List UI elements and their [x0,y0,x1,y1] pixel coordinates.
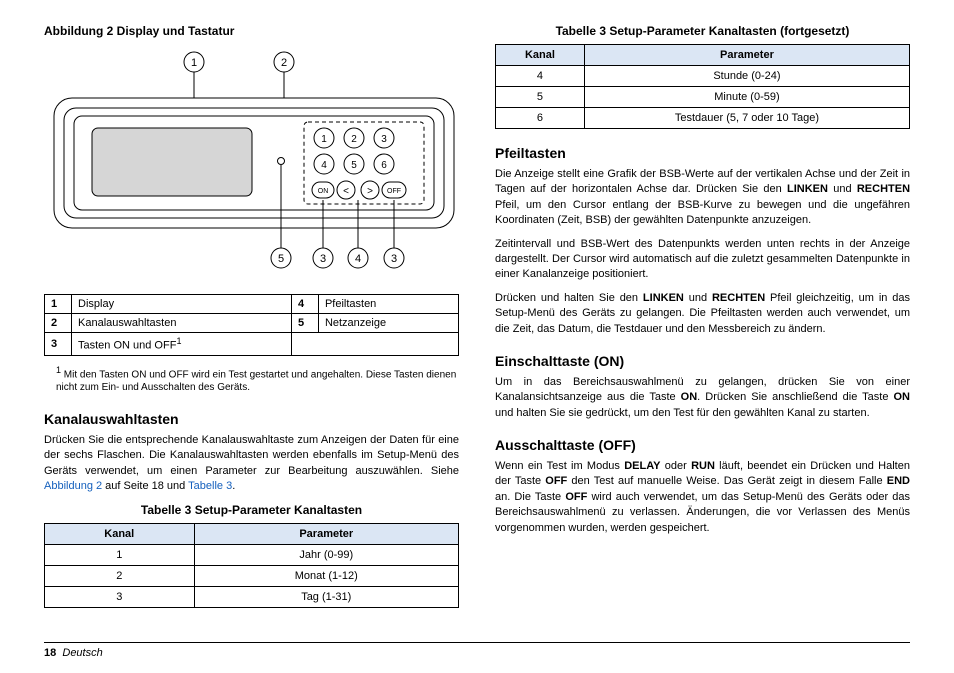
svg-text:OFF: OFF [387,188,401,195]
svg-text:5: 5 [278,253,284,265]
svg-text:1: 1 [321,134,327,145]
footnote: 1 Mit den Tasten ON und OFF wird ein Tes… [56,364,457,395]
right-column: Tabelle 3 Setup-Parameter Kanaltasten (f… [495,24,910,642]
table3: KanalParameter 1Jahr (0-99) 2Monat (1-12… [44,523,459,608]
heading-kanalauswahltasten: Kanalauswahltasten [44,411,459,427]
svg-text:4: 4 [321,160,327,171]
para-pfeil-2: Zeitintervall und BSB-Wert des Datenpunk… [495,237,910,283]
svg-text:3: 3 [381,134,387,145]
para-pfeil-3: Drücken und halten Sie den LINKEN und RE… [495,291,910,337]
legend-table: 1 Display 4 Pfeiltasten 2 Kanalauswahlta… [44,294,459,356]
heading-off: Ausschalttaste (OFF) [495,437,910,453]
device-drawing: 1 2 1 [44,48,464,294]
table3b-caption: Tabelle 3 Setup-Parameter Kanaltasten (f… [495,24,910,38]
page-language: Deutsch [62,647,102,659]
para-pfeil-1: Die Anzeige stellt eine Grafik der BSB-W… [495,167,910,229]
figure-caption: Abbildung 2 Display und Tastatur [44,24,459,38]
link-tabelle-3[interactable]: Tabelle 3 [188,480,232,492]
page: Abbildung 2 Display und Tastatur 1 2 [0,0,954,673]
heading-on: Einschalttaste (ON) [495,353,910,369]
svg-text:5: 5 [351,160,357,171]
svg-text:<: < [343,186,349,197]
svg-text:1: 1 [191,57,197,69]
columns: Abbildung 2 Display und Tastatur 1 2 [44,24,910,642]
para-on: Um in das Bereichsauswahlmenü zu gelange… [495,375,910,421]
svg-text:2: 2 [351,134,357,145]
table3b: KanalParameter 4Stunde (0-24) 5Minute (0… [495,44,910,129]
para-off: Wenn ein Test im Modus DELAY oder RUN lä… [495,459,910,536]
left-column: Abbildung 2 Display und Tastatur 1 2 [44,24,459,642]
heading-pfeiltasten: Pfeiltasten [495,145,910,161]
page-footer: 18 Deutsch [44,642,910,659]
figure-2: 1 2 1 [44,48,459,294]
link-abbildung-2[interactable]: Abbildung 2 [44,480,102,492]
svg-text:2: 2 [281,57,287,69]
svg-text:>: > [367,186,373,197]
svg-text:3: 3 [320,253,326,265]
svg-text:6: 6 [381,160,387,171]
para-kanal: Drücken Sie die entsprechende Kanalauswa… [44,433,459,495]
svg-text:4: 4 [355,253,361,265]
page-number: 18 [44,647,56,659]
table3-caption: Tabelle 3 Setup-Parameter Kanaltasten [44,503,459,517]
svg-text:3: 3 [391,253,397,265]
svg-text:ON: ON [318,188,329,195]
